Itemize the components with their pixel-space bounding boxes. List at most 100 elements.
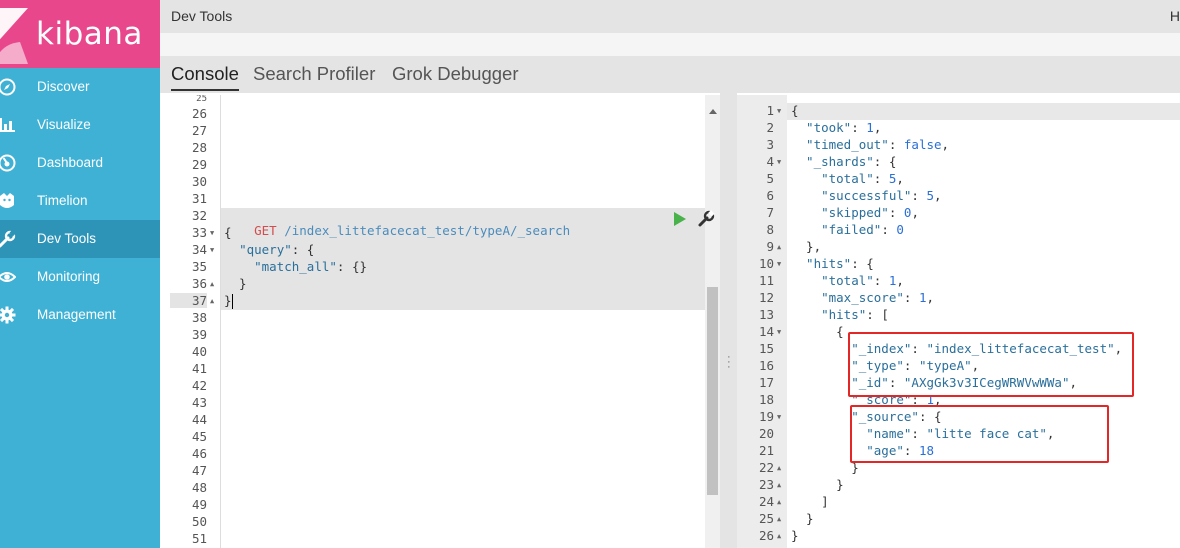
fold-up-icon[interactable]: ▲ <box>777 515 781 523</box>
dashboard-icon <box>0 154 16 172</box>
line-number: 20 <box>758 426 774 441</box>
line-number: 8 <box>766 222 774 237</box>
send-request-play-icon[interactable] <box>674 212 686 226</box>
code-line: } <box>224 276 247 291</box>
output-line: } <box>791 511 814 526</box>
line-number: 9 <box>766 239 774 254</box>
line-number: 1 <box>766 103 774 118</box>
sidebar-item-discover[interactable]: Discover <box>0 68 160 106</box>
line-number: 22 <box>758 460 774 475</box>
json-token: , <box>926 290 935 305</box>
sidebar-item-timelion[interactable]: Timelion <box>0 182 160 220</box>
code-line: "query": { <box>224 242 314 257</box>
output-line: { <box>791 103 799 118</box>
fold-down-icon[interactable]: ▼ <box>210 229 214 237</box>
line-number: 3 <box>766 137 774 152</box>
line-number: 15 <box>758 341 774 356</box>
header-right-hint[interactable]: H <box>1170 8 1180 24</box>
json-token: : [ <box>866 307 889 322</box>
line-number: 29 <box>191 157 207 172</box>
scrollbar-thumb[interactable] <box>707 287 718 495</box>
output-line: "max_score": 1, <box>791 290 934 305</box>
output-line: "failed": 0 <box>791 222 904 237</box>
line-number: 33 <box>191 225 207 240</box>
fold-up-icon[interactable]: ▲ <box>777 464 781 472</box>
json-token: } <box>791 460 859 475</box>
http-method: GET <box>254 223 277 238</box>
json-token: , <box>896 171 904 186</box>
fold-down-icon[interactable]: ▼ <box>777 107 781 115</box>
request-settings-wrench-icon[interactable] <box>697 210 715 228</box>
output-line: "skipped": 0, <box>791 205 919 220</box>
json-token: ] <box>791 494 829 509</box>
sidebar-item-monitoring[interactable]: Monitoring <box>0 258 160 296</box>
line-number: 48 <box>191 480 207 495</box>
json-token: "total" <box>791 273 874 288</box>
kibana-logo[interactable]: kibana <box>0 0 160 68</box>
fold-up-icon[interactable]: ▲ <box>210 280 214 288</box>
tab-console[interactable]: Console <box>171 63 239 91</box>
tab-grok-debugger[interactable]: Grok Debugger <box>392 63 518 85</box>
output-line: "total": 1, <box>791 273 904 288</box>
editor-scrollbar[interactable] <box>705 95 720 548</box>
compass-icon <box>0 78 16 96</box>
fold-down-icon[interactable]: ▼ <box>777 328 781 336</box>
bar-chart-icon <box>0 116 16 134</box>
line-number: 34 <box>191 242 207 257</box>
json-punct: : { <box>291 242 315 257</box>
fold-down-icon[interactable]: ▼ <box>210 246 214 254</box>
json-token: "total" <box>791 171 874 186</box>
output-line: }, <box>791 239 821 254</box>
pane-resize-handle[interactable]: · · · <box>720 93 737 548</box>
line-number: 5 <box>766 171 774 186</box>
sidebar-item-visualize[interactable]: Visualize <box>0 106 160 144</box>
line-number: 26 <box>758 528 774 543</box>
json-token: , <box>934 188 942 203</box>
sidebar-item-label: Timelion <box>37 193 88 208</box>
json-token: "_shards" <box>791 154 874 169</box>
fold-up-icon[interactable]: ▲ <box>777 498 781 506</box>
line-number: 41 <box>191 361 207 376</box>
json-token: "hits" <box>791 256 852 271</box>
line-number: 7 <box>766 205 774 220</box>
request-editor[interactable]: 25 26 27 28 29 30 31 32 33 ▼ 34 ▼ 35 36 ▲ 37 ▲ 38 39 40 41 4… <box>170 95 720 548</box>
sidebar-item-dev-tools[interactable]: Dev Tools <box>0 220 160 258</box>
json-token: "took" <box>791 120 852 135</box>
sidebar-item-management[interactable]: Management <box>0 296 160 334</box>
line-number: 17 <box>758 375 774 390</box>
response-output[interactable]: 1 ▼ 2 3 4 ▼ 5 6 7 8 9 ▲ 10 ▼ 11 12 13 14 ▼ 15 16 17 18 19 ▼ 20 21 2… <box>737 95 1180 548</box>
json-token: : <box>911 188 927 203</box>
sidebar-item-label: Discover <box>37 79 90 94</box>
tab-search-profiler[interactable]: Search Profiler <box>253 63 375 85</box>
timelion-icon <box>0 192 16 210</box>
line-number: 11 <box>758 273 774 288</box>
line-number: 2 <box>766 120 774 135</box>
sidebar-item-label: Dashboard <box>37 155 104 170</box>
line-number: 18 <box>758 392 774 407</box>
json-token: , <box>896 273 904 288</box>
kibana-logo-icon <box>0 8 28 64</box>
fold-down-icon[interactable]: ▼ <box>777 158 781 166</box>
output-line: } <box>791 528 799 543</box>
json-token: { <box>791 103 799 118</box>
line-number: 32 <box>191 208 207 223</box>
output-gutter: 1 ▼ 2 3 4 ▼ 5 6 7 8 9 ▲ 10 ▼ 11 12 13 14 ▼ 15 16 17 18 19 ▼ 20 21 2… <box>737 95 787 548</box>
fold-up-icon[interactable]: ▲ <box>777 532 781 540</box>
sidebar-item-dashboard[interactable]: Dashboard <box>0 144 160 182</box>
json-key: "match_all" <box>254 259 337 274</box>
fold-down-icon[interactable]: ▼ <box>777 260 781 268</box>
fold-down-icon[interactable]: ▼ <box>777 413 781 421</box>
output-line: } <box>791 460 859 475</box>
code-line: "match_all": {} <box>224 259 367 274</box>
output-line: "_shards": { <box>791 154 896 169</box>
json-token: : <box>873 273 889 288</box>
line-number: 46 <box>191 446 207 461</box>
output-line: "successful": 5, <box>791 188 942 203</box>
line-number: 25 <box>196 95 207 103</box>
line-number: 27 <box>191 123 207 138</box>
line-number: 43 <box>191 395 207 410</box>
fold-up-icon[interactable]: ▲ <box>777 243 781 251</box>
scroll-up-arrow-icon[interactable] <box>709 109 717 114</box>
fold-up-icon[interactable]: ▲ <box>210 297 214 305</box>
fold-up-icon[interactable]: ▲ <box>777 481 781 489</box>
